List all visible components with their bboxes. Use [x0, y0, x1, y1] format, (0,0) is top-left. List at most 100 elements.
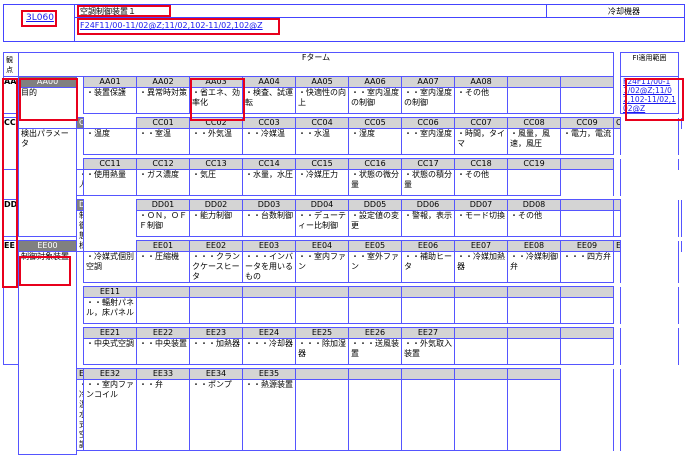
fterm-desc: ・・外気取入装置	[401, 338, 455, 365]
fterm-code	[507, 286, 561, 298]
fi-range-link[interactable]: F24F11/00-11/02@Z;11/02,102-11/02,102@Z	[80, 21, 263, 30]
spacer	[621, 211, 679, 237]
spacer	[561, 369, 614, 380]
fterm-code[interactable]: DD04	[295, 199, 349, 211]
fi-header: FI適用範囲	[620, 52, 679, 77]
fterm-code[interactable]: CC04	[295, 117, 349, 129]
fterm-code[interactable]: EE34	[189, 368, 243, 380]
fterm-code[interactable]: CC05	[348, 117, 402, 129]
fterm-code[interactable]: AA07	[401, 76, 455, 88]
fterm-code[interactable]: AA06	[348, 76, 402, 88]
fterm-code[interactable]: CC11	[83, 158, 137, 170]
fterm-code[interactable]: CC08	[507, 117, 561, 129]
fterm-code[interactable]: CC09	[560, 117, 614, 129]
table-header-row: 観点 Fターム FI適用範囲	[3, 52, 686, 77]
fterm-code[interactable]: CC12	[136, 158, 190, 170]
fterm-code[interactable]: AA04	[242, 76, 296, 88]
fterm-code	[560, 76, 614, 88]
fterm-code[interactable]: EE05	[348, 240, 402, 252]
fterm-code	[454, 286, 508, 298]
fterm-desc	[560, 338, 614, 365]
fterm-code	[401, 286, 455, 298]
desc-row: 検出パラメータ ・温度 ・・室温 ・・外気温 ・・冷媒温 ・・水温 ・湿度 ・・室内湿度 ・時間…	[4, 128, 686, 237]
fterm-code[interactable]: DD02	[189, 199, 243, 211]
fterm-code	[560, 158, 614, 170]
fterm-code[interactable]: DD05	[348, 199, 402, 211]
fterm-code[interactable]: AA05	[295, 76, 349, 88]
fterm-code[interactable]: EE03	[242, 240, 296, 252]
spacer	[614, 287, 621, 298]
fterm-code[interactable]: EE09	[560, 240, 614, 252]
fterm-desc: ・冷媒圧力	[295, 169, 349, 196]
fterm-code[interactable]: DD06	[401, 199, 455, 211]
fterm-code[interactable]: CC16	[348, 158, 402, 170]
fterm-code[interactable]: EE22	[136, 327, 190, 339]
fterm-code[interactable]: CC03	[242, 117, 296, 129]
fterm-code[interactable]: EE21	[83, 327, 137, 339]
fterm-code[interactable]: EE26	[348, 327, 402, 339]
fterm-code[interactable]: EE04	[295, 240, 349, 252]
spacer	[77, 287, 84, 298]
fterm-code[interactable]: CC01	[136, 117, 190, 129]
fterm-code[interactable]: CC14	[242, 158, 296, 170]
fterm-code[interactable]: EE06	[401, 240, 455, 252]
fterm-code[interactable]: EE23	[189, 327, 243, 339]
theme-code-link[interactable]: 3L060	[26, 13, 54, 23]
fterm-desc: ・・水温	[295, 128, 349, 155]
fterm-desc: ・・・除加湿器	[295, 338, 349, 365]
fterm-desc: ・・輻射パネル，床パネル	[83, 297, 137, 324]
fterm-code[interactable]: CC06	[401, 117, 455, 129]
spacer	[561, 380, 614, 451]
group-desc-dd: 制御態様	[76, 210, 84, 252]
fterm-desc: ・その他	[507, 210, 561, 237]
fterm-code[interactable]: CC13	[189, 158, 243, 170]
fterm-code[interactable]: EE27	[401, 327, 455, 339]
fterm-code[interactable]: DD01	[136, 199, 190, 211]
fterm-code[interactable]: EE25	[295, 327, 349, 339]
fterm-code	[401, 368, 455, 380]
fterm-code[interactable]: EE02	[189, 240, 243, 252]
fterm-desc: ・湿度	[348, 128, 402, 155]
fterm-code[interactable]: DD07	[454, 199, 508, 211]
fterm-code[interactable]: CC10	[613, 117, 621, 129]
fterm-code[interactable]: CC17	[401, 158, 455, 170]
fterm-desc	[189, 297, 243, 324]
fterm-code[interactable]: DD03	[242, 199, 296, 211]
fterm-desc	[401, 379, 455, 451]
fterm-code	[348, 286, 402, 298]
desc-row: 制御態様 ・ＯＮ，ＯＦＦ制御・能力制御・・台数制御・・デューティー比制御・設定値の…	[4, 210, 686, 252]
fterm-code[interactable]: EE35	[242, 368, 296, 380]
fi-empty	[677, 199, 683, 211]
fterm-code[interactable]: EE31	[76, 368, 84, 380]
fterm-desc: ・・外気温	[189, 128, 243, 155]
spacer	[77, 252, 84, 283]
fterm-code[interactable]: CC07	[454, 117, 508, 129]
fterm-code[interactable]: EE10	[613, 240, 621, 252]
fterm-code[interactable]: EE01	[136, 240, 190, 252]
fterm-code[interactable]: AA08	[454, 76, 508, 88]
fterm-desc	[295, 379, 349, 451]
spacer	[614, 129, 621, 155]
fterm-desc: ・・室内ファンコイル	[83, 379, 137, 451]
fterm-desc	[507, 297, 561, 324]
fterm-header: Fターム	[18, 52, 614, 77]
fterm-code[interactable]: EE11	[83, 286, 137, 298]
fterm-code	[136, 286, 190, 298]
fterm-code[interactable]: EE33	[136, 368, 190, 380]
fterm-code[interactable]: EE32	[83, 368, 137, 380]
fterm-code[interactable]: EE07	[454, 240, 508, 252]
fterm-code[interactable]: AA01	[83, 76, 137, 88]
fterm-code	[454, 327, 508, 339]
fterm-code	[560, 286, 614, 298]
fterm-code[interactable]: CC15	[295, 158, 349, 170]
fterm-code[interactable]: AA02	[136, 76, 190, 88]
fterm-code[interactable]: CC18	[454, 158, 508, 170]
fterm-code[interactable]: CC19	[507, 158, 561, 170]
fi-empty	[620, 158, 679, 170]
fterm-code[interactable]: EE24	[242, 327, 296, 339]
fterm-desc: ・モード切換	[454, 210, 508, 237]
fterm-code[interactable]: DD08	[507, 199, 561, 211]
fterm-code	[507, 327, 561, 339]
fterm-desc: ・冷媒式個別空調	[83, 251, 137, 283]
fterm-code[interactable]: EE08	[507, 240, 561, 252]
